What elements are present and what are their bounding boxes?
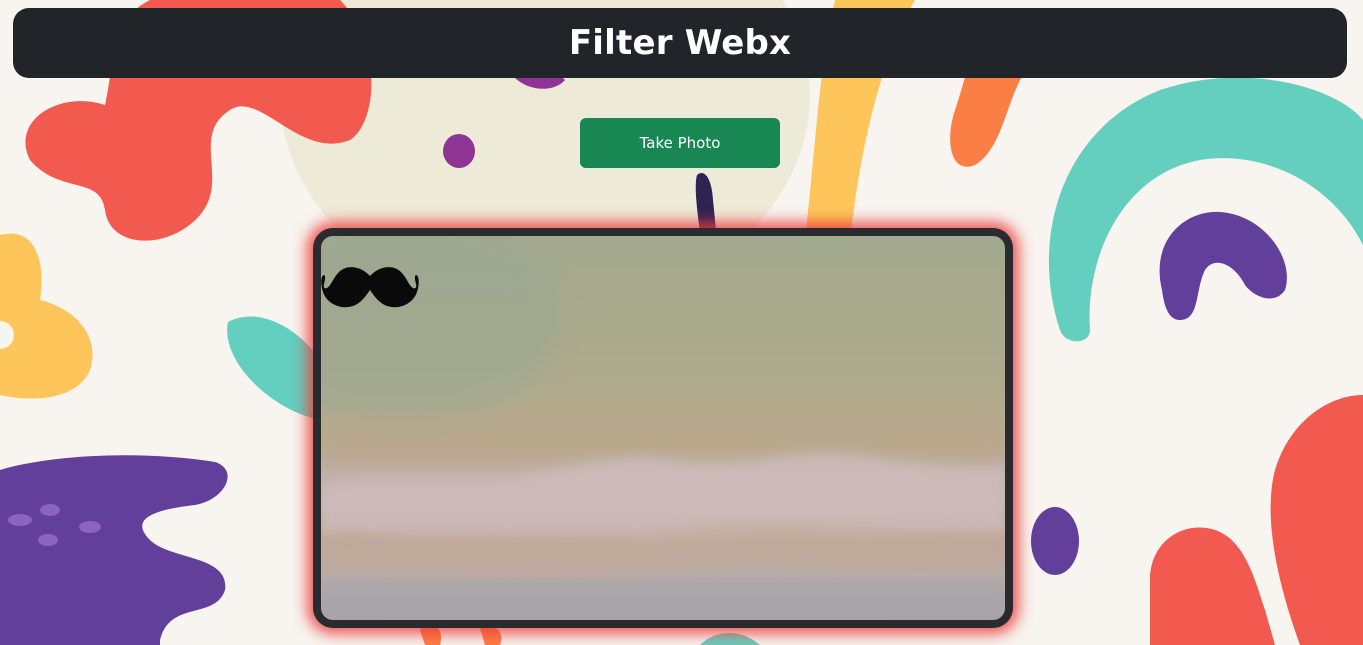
app-title: Filter Webx — [568, 23, 792, 63]
camera-frame — [313, 228, 1013, 628]
camera-feed-texture — [321, 236, 1005, 620]
take-photo-button[interactable]: Take Photo — [580, 118, 780, 168]
app-header: Filter Webx — [13, 8, 1347, 78]
camera-feed — [321, 236, 1005, 620]
page: Filter Webx Take Photo — [0, 0, 1363, 645]
mustache-icon — [321, 267, 419, 308]
